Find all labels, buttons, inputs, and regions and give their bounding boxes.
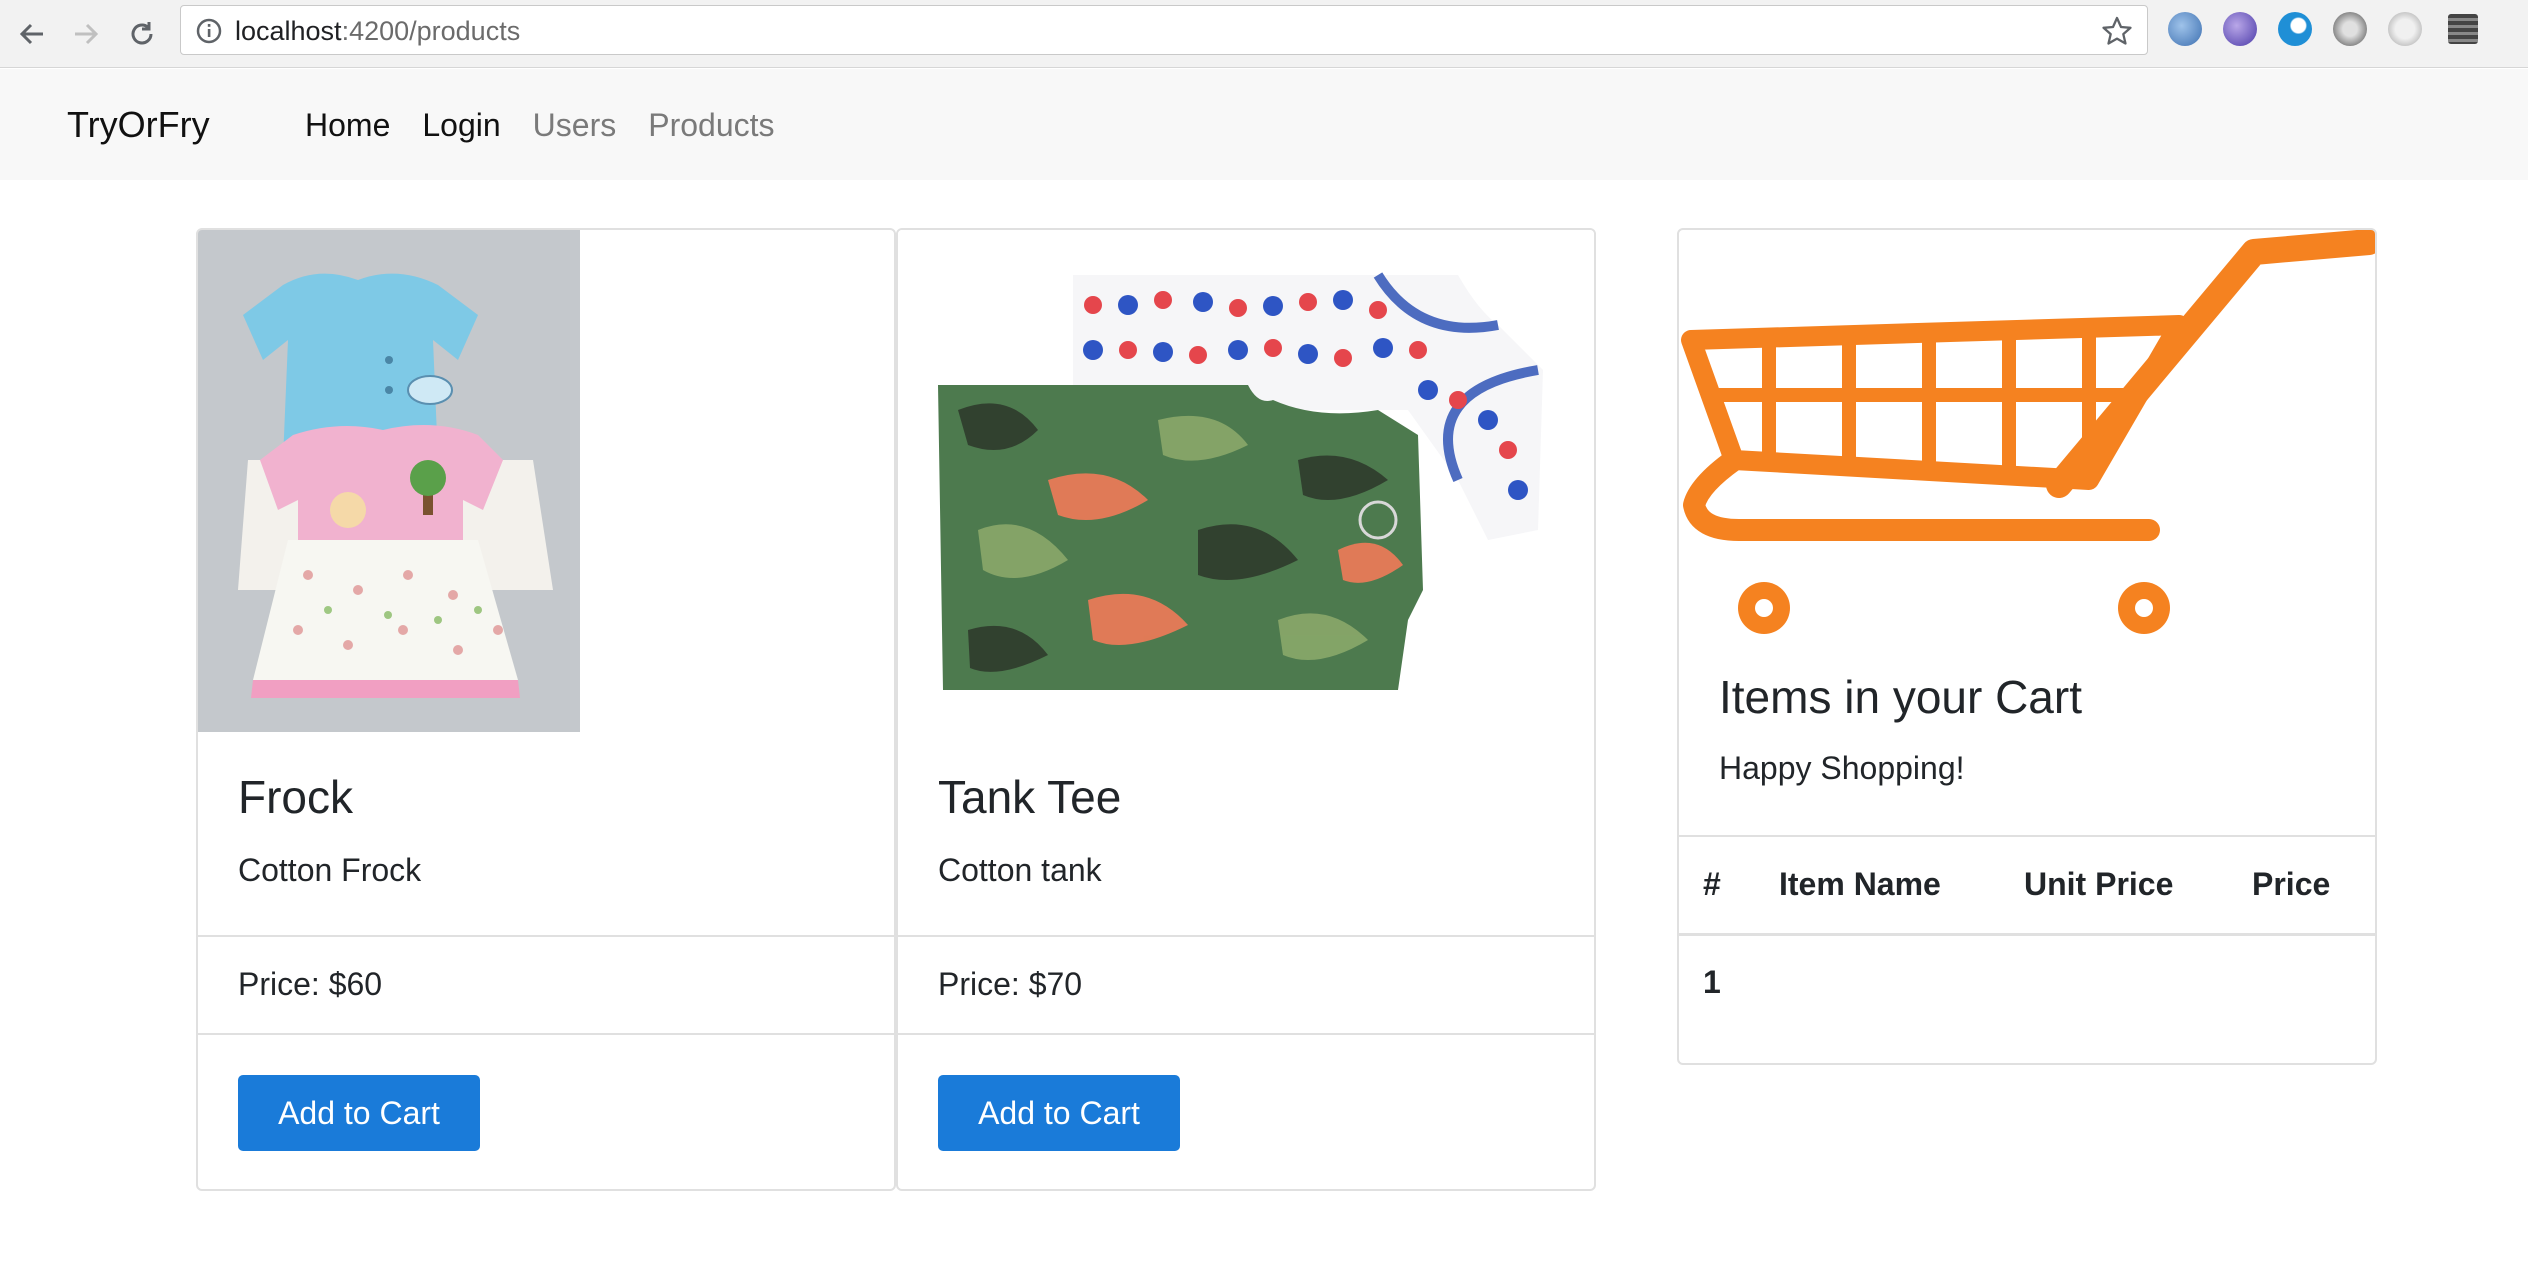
reload-button[interactable] [120,12,164,56]
brand-logo[interactable]: TryOrFry [67,104,210,146]
address-bar[interactable]: localhost:4200/products [180,5,2148,55]
product-price: Price: $70 [938,966,1083,1002]
reload-icon [131,22,153,45]
divider [1679,835,2375,837]
nav-link-users[interactable]: Users [533,107,617,144]
nav-link-login[interactable]: Login [422,107,500,144]
cart-subtitle: Happy Shopping! [1719,750,1965,786]
extension-film-icon[interactable] [2448,14,2478,44]
extension-globe-icon[interactable] [2168,12,2202,46]
divider [898,1033,1594,1035]
info-icon[interactable] [195,17,223,50]
url-path: :4200/products [341,16,521,46]
divider [198,1033,894,1035]
cart-card: Items in your Cart Happy Shopping! # Ite… [1677,228,2377,1065]
app-navbar: TryOrFry Home Login Users Products [0,69,2528,180]
extension-reel-icon[interactable] [2333,12,2367,46]
product-price: Price: $60 [238,966,383,1002]
nav-link-home[interactable]: Home [305,107,390,144]
cart-image [1679,230,2375,640]
add-to-cart-button[interactable]: Add to Cart [938,1075,1180,1151]
cart-col-price: Price [2252,866,2331,902]
back-button[interactable] [10,12,54,56]
product-title: Frock [238,771,353,823]
product-title: Tank Tee [938,771,1122,823]
back-arrow-icon [19,23,43,45]
add-to-cart-button[interactable]: Add to Cart [238,1075,480,1151]
bookmark-star-icon[interactable] [2101,15,2133,52]
divider [1679,933,2375,936]
nav-link-products[interactable]: Products [648,107,774,144]
product-card-tank-tee: Tank Tee Cotton tank Price: $70 Add to C… [896,228,1596,1191]
cart-row-index: 1 [1703,964,1721,1000]
extension-shield-icon[interactable] [2388,12,2422,46]
url-text: localhost:4200/products [235,16,520,47]
extension-moon-icon[interactable] [2278,12,2312,46]
divider [198,935,894,937]
product-description: Cotton tank [938,852,1102,888]
divider [898,935,1594,937]
url-host: localhost [235,16,342,46]
shopping-cart-icon [1681,230,2375,634]
cart-col-unit-price: Unit Price [2024,866,2174,902]
product-card-frock: Frock Cotton Frock Price: $60 Add to Car… [196,228,896,1191]
browser-toolbar: localhost:4200/products [0,0,2528,68]
product-image-tank-tee [898,230,1594,732]
cart-title: Items in your Cart [1719,671,2082,723]
cart-col-index: # [1703,866,1721,902]
forward-arrow-icon [75,23,99,45]
nav-links: Home Login Users Products [305,107,807,144]
product-description: Cotton Frock [238,852,422,888]
product-image-frock [198,230,580,732]
extension-planet-icon[interactable] [2223,12,2257,46]
forward-button[interactable] [64,12,108,56]
cart-col-item-name: Item Name [1779,866,1941,902]
